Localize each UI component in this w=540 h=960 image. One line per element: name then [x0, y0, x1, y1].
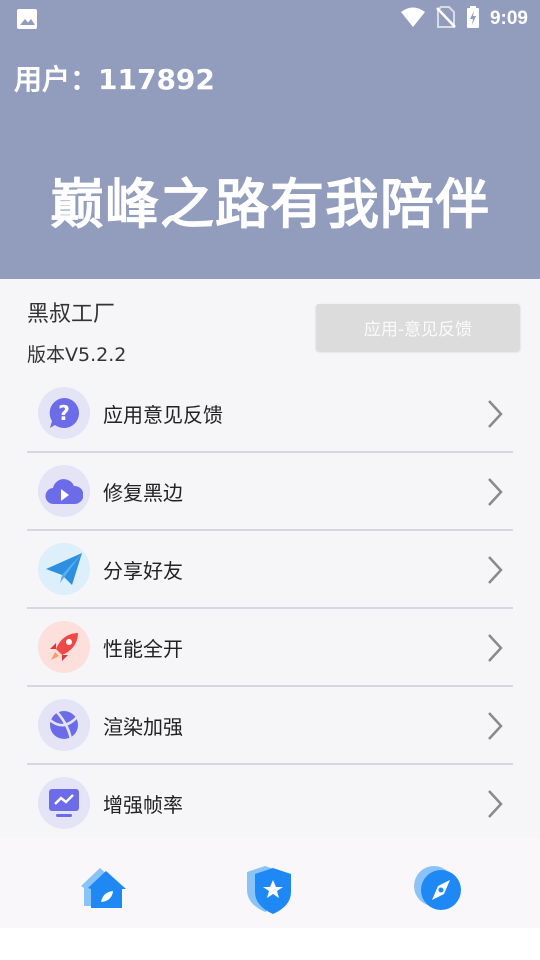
menu-item-share-friends[interactable]: 分享好友 [27, 531, 513, 609]
chevron-right-icon [485, 789, 505, 823]
user-id-label: 用户：117892 [14, 63, 215, 96]
header-banner: 9:09 用户：117892 巅峰之路有我陪伴 [0, 0, 540, 279]
feedback-button[interactable]: 应用-意见反馈 [316, 304, 520, 351]
menu-item-full-performance[interactable]: 性能全开 [27, 609, 513, 687]
status-bar: 9:09 [0, 0, 540, 36]
menu-item-label: 渲染加强 [103, 714, 183, 739]
compass-icon[interactable] [412, 862, 466, 916]
no-sim-icon [436, 6, 456, 32]
menu-list: ? 应用意见反馈 修复黑边 分享好友 性能全开 渲染加强 增强帧率 [27, 375, 513, 843]
menu-item-label: 应用意见反馈 [103, 402, 223, 427]
slogan-title: 巅峰之路有我陪伴 [50, 173, 490, 236]
menu-item-fix-black-border[interactable]: 修复黑边 [27, 453, 513, 531]
bottom-strip [0, 928, 540, 960]
menu-item-boost-framerate[interactable]: 增强帧率 [27, 765, 513, 843]
menu-item-render-boost[interactable]: 渲染加强 [27, 687, 513, 765]
question-chat-icon: ? [38, 387, 90, 439]
battery-charging-icon [466, 6, 480, 32]
paper-plane-icon [38, 543, 90, 595]
svg-text:?: ? [58, 401, 70, 425]
menu-item-label: 修复黑边 [103, 480, 183, 505]
chevron-right-icon [485, 633, 505, 667]
menu-item-label: 分享好友 [103, 558, 183, 583]
status-time: 9:09 [489, 8, 528, 29]
menu-item-label: 性能全开 [103, 636, 183, 661]
shield-star-icon[interactable] [243, 862, 297, 916]
home-icon[interactable] [76, 862, 130, 916]
version-label: 版本V5.2.2 [27, 344, 127, 366]
chevron-right-icon [485, 711, 505, 745]
menu-item-feedback[interactable]: ? 应用意见反馈 [27, 375, 513, 453]
globe-icon [38, 699, 90, 751]
monitor-chart-icon [38, 777, 90, 829]
rocket-icon [38, 621, 90, 673]
image-icon [16, 8, 38, 34]
chevron-right-icon [485, 399, 505, 433]
cloud-play-icon [38, 465, 90, 517]
chevron-right-icon [485, 477, 505, 511]
chevron-right-icon [485, 555, 505, 589]
wifi-icon [400, 6, 426, 32]
brand-name: 黑叔工厂 [27, 302, 116, 327]
bottom-nav [0, 838, 540, 928]
menu-item-label: 增强帧率 [103, 792, 183, 817]
